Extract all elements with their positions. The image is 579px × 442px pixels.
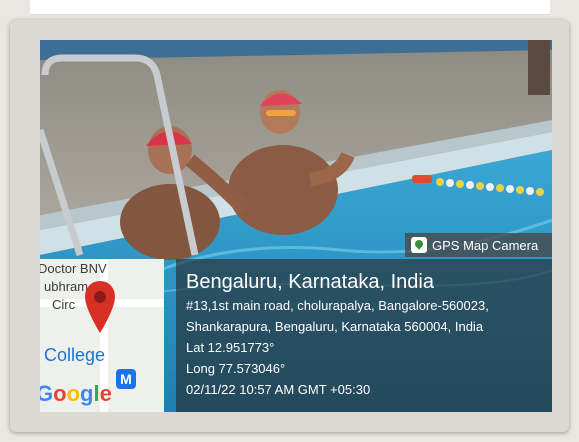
location-info-panel: Bengaluru, Karnataka, India #13,1st main… [176, 259, 552, 412]
badge-label: GPS Map Camera [432, 237, 539, 253]
location-map-thumbnail[interactable]: Doctor BNV ubhram Circ College M Google [40, 259, 164, 412]
address-line-2: Shankarapura, Bengaluru, Karnataka 56000… [186, 319, 484, 334]
map-label: Doctor BNV [40, 261, 107, 276]
address-line-1: #13,1st main road, cholurapalya, Bangalo… [186, 298, 489, 313]
metro-station-icon: M [116, 369, 136, 389]
map-pin-icon [85, 281, 115, 333]
place-name: Bengaluru, Karnataka, India [186, 271, 434, 293]
map-label: ubhram [44, 279, 89, 294]
gps-map-camera-icon [411, 237, 427, 253]
latitude-text: Lat 12.951773° [186, 340, 275, 355]
top-edge-band [30, 0, 550, 15]
standing-person-legs [528, 40, 550, 95]
longitude-text: Long 77.573046° [186, 361, 286, 376]
map-label-college: College [44, 345, 106, 365]
gps-map-camera-badge: GPS Map Camera [405, 233, 552, 257]
map-label: Circ [52, 297, 76, 312]
google-logo: Google [40, 381, 112, 406]
timestamp-text: 02/11/22 10:57 AM GMT +05:30 [186, 382, 371, 397]
